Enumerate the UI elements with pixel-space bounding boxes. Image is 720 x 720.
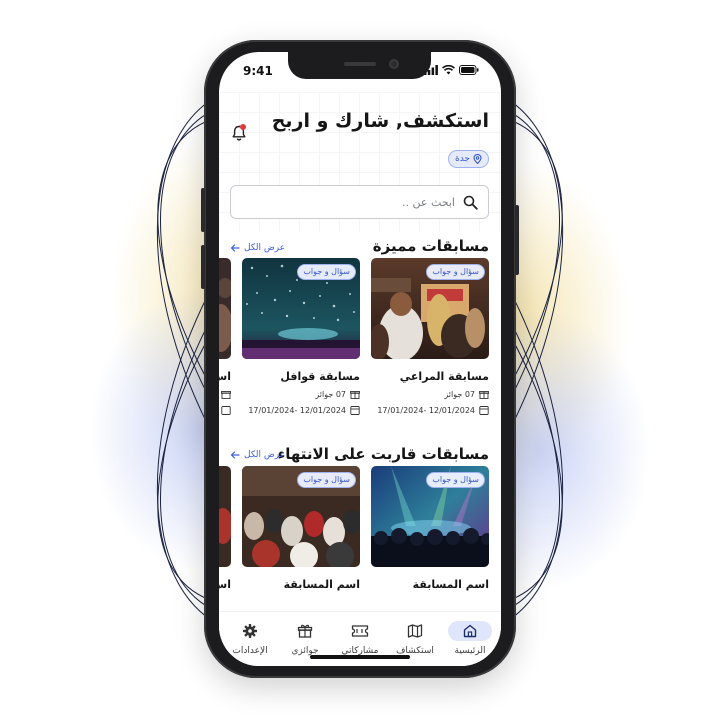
competition-name: اس	[219, 370, 231, 383]
volume-up-button	[201, 188, 205, 232]
camera	[389, 59, 399, 69]
gift-icon	[297, 624, 313, 638]
gift-icon	[350, 391, 360, 399]
date-range: 12/01/2024 -17/01/2024	[248, 405, 346, 415]
prizes-count: 07 جوائز	[444, 389, 475, 399]
volume-down-button	[201, 245, 205, 289]
competition-image: سؤال و جواب	[242, 466, 360, 567]
prizes-count: 07 جوائز	[315, 389, 346, 399]
competition-type-tag: سؤال و جواب	[426, 472, 485, 488]
competition-dates: 12/01/2024 -17/01/2024	[242, 405, 360, 415]
competition-image	[219, 258, 231, 359]
competition-prizes: 07 جوائز	[371, 389, 489, 399]
competition-dates	[219, 405, 231, 415]
competition-prizes: 07 جوائز	[242, 389, 360, 399]
location-chip[interactable]: جدة	[447, 150, 489, 168]
competition-name: مسابقة المراعي	[399, 370, 489, 383]
competition-name: مسابقة قوافل	[280, 370, 360, 383]
see-all-label: عرض الكل	[244, 450, 286, 460]
competition-type-tag: سؤال و جواب	[297, 264, 356, 280]
notification-dot	[240, 124, 246, 130]
competition-card[interactable]: سؤال و جواب مسابقة قوافل 07 جوائز 12/01/…	[242, 258, 360, 415]
gear-icon	[243, 624, 257, 638]
competition-name: اسم المسابقة	[412, 578, 489, 591]
calendar-icon	[479, 406, 489, 415]
competition-image: سؤال و جواب	[371, 466, 489, 567]
nav-icon-background	[393, 621, 437, 641]
home-icon	[463, 624, 477, 638]
power-button	[515, 205, 519, 275]
competition-image	[219, 466, 231, 567]
location-pin-icon	[473, 154, 482, 164]
search-bar[interactable]	[230, 185, 489, 219]
competition-card[interactable]: اس	[219, 466, 231, 591]
competition-name: اسم المسابقة	[283, 578, 360, 591]
competition-dates: 12/01/2024 -17/01/2024	[371, 405, 489, 415]
competition-card[interactable]: سؤال و جواب اسم المسابقة	[242, 466, 360, 591]
page-title: استكشف, شارك و اربح	[271, 110, 489, 132]
competition-card[interactable]: سؤال و جواب اسم المسابقة	[371, 466, 489, 591]
nav-icon-background	[228, 621, 272, 641]
app-content: استكشف, شارك و اربح جدة ابحث عن .. مسابق…	[219, 52, 501, 666]
arrow-left-icon	[230, 244, 240, 252]
search-icon	[463, 195, 478, 210]
competition-prizes	[219, 389, 231, 399]
gift-icon	[221, 391, 231, 399]
arrow-left-icon	[230, 451, 240, 459]
gift-icon	[479, 391, 489, 399]
nav-label: الإعدادات	[232, 646, 268, 656]
search-input[interactable]	[241, 195, 455, 209]
featured-see-all-link[interactable]: عرض الكل	[230, 243, 285, 253]
phone-screen: 9:41 استكشف, شارك و اربح جدة ابحث عن .. …	[219, 52, 501, 666]
competition-image: سؤال و جواب	[371, 258, 489, 359]
see-all-label: عرض الكل	[244, 243, 286, 253]
ticket-icon	[351, 625, 369, 637]
nav-icon-background	[338, 621, 382, 641]
nav-item-home[interactable]: الرئيسية	[443, 612, 497, 666]
calendar-icon	[350, 406, 360, 415]
nav-item-settings[interactable]: الإعدادات	[223, 612, 277, 666]
ending-soon-see-all-link[interactable]: عرض الكل	[230, 450, 285, 460]
phone-frame: 9:41 استكشف, شارك و اربح جدة ابحث عن .. …	[201, 40, 519, 678]
competition-image: سؤال و جواب	[242, 258, 360, 359]
competition-card[interactable]: سؤال و جواب مسابقة المراعي 07 جوائز 12/0…	[371, 258, 489, 415]
ending-soon-section-title: مسابقات قاربت على الانتهاء	[277, 445, 489, 463]
calendar-icon	[221, 406, 231, 415]
location-label: جدة	[454, 154, 470, 164]
competition-name: اس	[219, 578, 231, 591]
nav-icon-background	[448, 621, 492, 641]
home-indicator	[310, 655, 410, 659]
date-range: 12/01/2024 -17/01/2024	[377, 405, 475, 415]
map-icon	[407, 624, 423, 638]
nav-icon-background	[283, 621, 327, 641]
nav-label: الرئيسية	[454, 646, 486, 656]
featured-section-title: مسابقات مميزة	[372, 237, 489, 255]
notch	[288, 52, 431, 79]
competition-type-tag: سؤال و جواب	[297, 472, 356, 488]
competition-card[interactable]: اس	[219, 258, 231, 415]
competition-type-tag: سؤال و جواب	[426, 264, 485, 280]
speaker	[344, 62, 376, 66]
